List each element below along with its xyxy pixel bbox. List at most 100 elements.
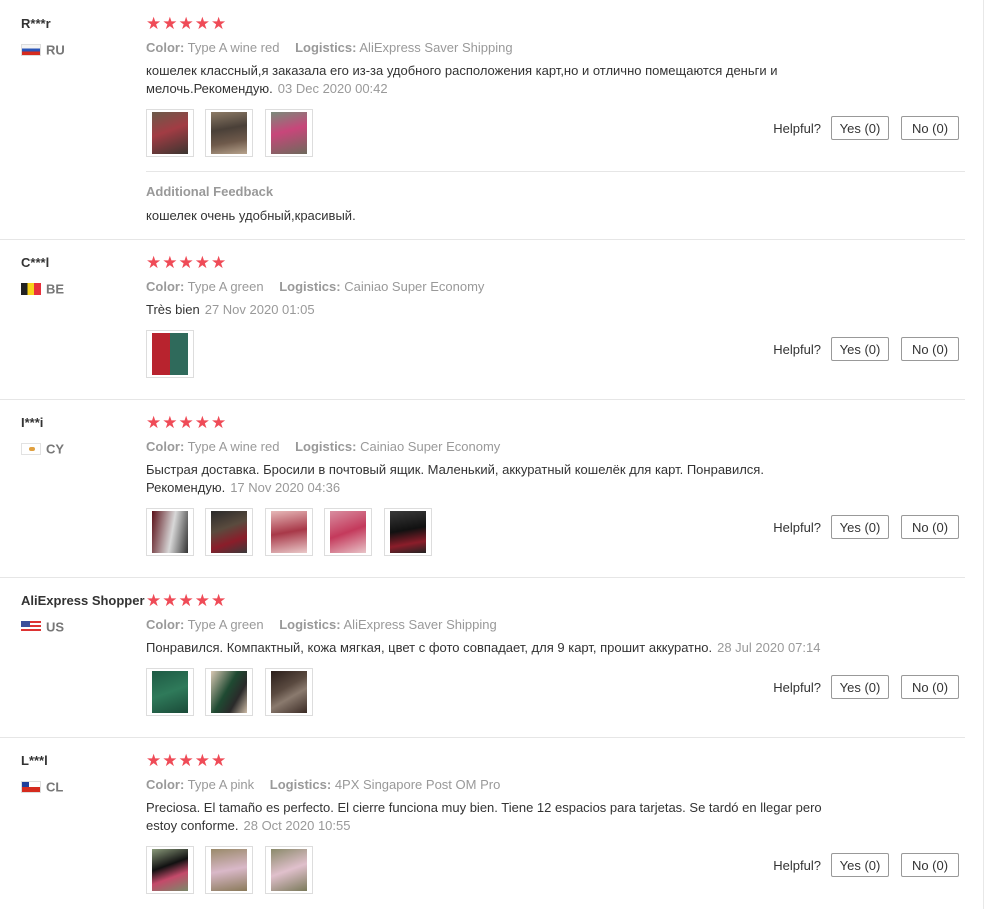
- review-date: 27 Nov 2020 01:05: [204, 302, 315, 317]
- helpful-label: Helpful?: [773, 679, 821, 695]
- helpful-label: Helpful?: [773, 120, 821, 136]
- helpful-label: Helpful?: [773, 341, 821, 357]
- review-photo[interactable]: [264, 668, 313, 716]
- review-photo[interactable]: [264, 846, 313, 894]
- review-text-block: Très bien 27 Nov 2020 01:05: [146, 301, 851, 319]
- reviewer-country: US: [21, 618, 64, 634]
- flag-belgium-icon: [21, 282, 41, 295]
- review-date: 17 Nov 2020 04:36: [230, 480, 341, 495]
- helpful-no-button[interactable]: No (0): [901, 853, 959, 877]
- review-text-block: Preciosa. El tamaño es perfecto. El cier…: [146, 799, 851, 835]
- review-photos: [146, 668, 866, 718]
- country-code: BE: [46, 281, 65, 297]
- reviewer-name: I***i: [21, 415, 44, 430]
- helpful-yes-button[interactable]: Yes (0): [831, 337, 889, 361]
- review-photo[interactable]: [324, 508, 373, 556]
- star-rating: ★★★★★: [146, 591, 228, 610]
- review-text-block: Быстрая доставка. Бросили в почтовый ящи…: [146, 461, 851, 497]
- reviewer-name: L***l: [21, 753, 48, 768]
- color-value: Type A wine red: [187, 40, 280, 55]
- review-photo[interactable]: [205, 508, 254, 556]
- helpful-yes-button[interactable]: Yes (0): [831, 116, 889, 140]
- review-photo[interactable]: [205, 109, 254, 157]
- review-photo[interactable]: [205, 846, 254, 894]
- reviewer-country: CL: [21, 778, 63, 794]
- review-photo[interactable]: [146, 508, 194, 556]
- review-content: ★★★★★ Color: Type A green Logistics: Cai…: [146, 253, 866, 380]
- logistics-value: AliExpress Saver Shipping: [359, 40, 513, 55]
- country-code: CL: [46, 779, 64, 795]
- helpful-yes-button[interactable]: Yes (0): [831, 675, 889, 699]
- review-photos: [146, 330, 866, 380]
- helpful-no-button[interactable]: No (0): [901, 675, 959, 699]
- additional-feedback: Additional Feedback кошелек очень удобны…: [146, 171, 965, 223]
- review-content: ★★★★★ Color: Type A wine red Logistics: …: [146, 413, 866, 558]
- reviewer-country: CY: [21, 440, 64, 456]
- additional-feedback-title: Additional Feedback: [146, 184, 274, 199]
- star-rating: ★★★★★: [146, 413, 228, 432]
- logistics-value: Cainiao Super Economy: [360, 439, 501, 454]
- review-photo[interactable]: [146, 846, 194, 894]
- review-text-block: кошелек классный,я заказала его из-за уд…: [146, 62, 851, 98]
- flag-usa-icon: [21, 620, 41, 633]
- review-photo[interactable]: [205, 668, 254, 716]
- helpful-controls: Helpful? Yes (0) No (0): [773, 853, 959, 877]
- logistics-label: Logistics:: [295, 439, 357, 454]
- reviewer-name: R***r: [21, 16, 51, 31]
- reviewer-name: AliExpress Shopper: [21, 593, 145, 608]
- review-attributes: Color: Type A wine red Logistics: Cainia…: [146, 438, 866, 455]
- helpful-no-button[interactable]: No (0): [901, 337, 959, 361]
- reviewer-country: RU: [21, 41, 65, 57]
- review-text: Très bien: [146, 302, 200, 317]
- review-content: ★★★★★ Color: Type A green Logistics: Ali…: [146, 591, 866, 718]
- review-photos: [146, 508, 866, 558]
- color-label: Color:: [146, 439, 185, 454]
- review-photo[interactable]: [383, 508, 432, 556]
- logistics-label: Logistics:: [279, 617, 341, 632]
- review-text: кошелек классный,я заказала его из-за уд…: [146, 63, 778, 96]
- logistics-label: Logistics:: [269, 777, 332, 792]
- review-photo[interactable]: [146, 330, 194, 378]
- flag-chile-icon: [21, 780, 41, 793]
- review-photo[interactable]: [264, 508, 313, 556]
- helpful-no-button[interactable]: No (0): [901, 515, 959, 539]
- helpful-label: Helpful?: [773, 857, 821, 873]
- color-value: Type A pink: [187, 777, 255, 792]
- review-item: AliExpress Shopper US ★★★★★ Color: Type …: [0, 577, 965, 738]
- review-item: I***i CY ★★★★★ Color: Type A wine red Lo…: [0, 399, 965, 578]
- logistics-value: 4PX Singapore Post OM Pro: [334, 777, 501, 792]
- review-photo[interactable]: [146, 668, 194, 716]
- color-value: Type A wine red: [187, 439, 280, 454]
- review-date: 03 Dec 2020 00:42: [277, 81, 388, 96]
- country-code: US: [46, 619, 65, 635]
- flag-russia-icon: [21, 43, 41, 56]
- color-label: Color:: [146, 617, 185, 632]
- review-attributes: Color: Type A wine red Logistics: AliExp…: [146, 39, 866, 56]
- helpful-no-button[interactable]: No (0): [901, 116, 959, 140]
- star-rating: ★★★★★: [146, 14, 228, 33]
- helpful-yes-button[interactable]: Yes (0): [831, 515, 889, 539]
- helpful-yes-button[interactable]: Yes (0): [831, 853, 889, 877]
- review-attributes: Color: Type A pink Logistics: 4PX Singap…: [146, 776, 866, 793]
- review-photo[interactable]: [146, 109, 194, 157]
- helpful-controls: Helpful? Yes (0) No (0): [773, 675, 959, 699]
- review-content: ★★★★★ Color: Type A wine red Logistics: …: [146, 14, 866, 159]
- review-content: ★★★★★ Color: Type A pink Logistics: 4PX …: [146, 751, 866, 896]
- color-label: Color:: [146, 777, 185, 792]
- flag-cyprus-icon: [21, 442, 41, 455]
- helpful-controls: Helpful? Yes (0) No (0): [773, 337, 959, 361]
- additional-feedback-text: кошелек очень удобный,красивый.: [146, 208, 356, 223]
- review-item: L***l CL ★★★★★ Color: Type A pink Logist…: [0, 737, 965, 909]
- logistics-label: Logistics:: [279, 279, 341, 294]
- color-label: Color:: [146, 40, 185, 55]
- reviewer-country: BE: [21, 280, 64, 296]
- review-attributes: Color: Type A green Logistics: AliExpres…: [146, 616, 866, 633]
- country-code: CY: [46, 441, 65, 457]
- review-item: C***l BE ★★★★★ Color: Type A green Logis…: [0, 239, 965, 400]
- review-date: 28 Jul 2020 07:14: [717, 640, 821, 655]
- logistics-value: AliExpress Saver Shipping: [343, 617, 497, 632]
- review-text-block: Понравился. Компактный, кожа мягкая, цве…: [146, 639, 851, 657]
- review-text: Понравился. Компактный, кожа мягкая, цве…: [146, 640, 713, 655]
- review-photo[interactable]: [264, 109, 313, 157]
- star-rating: ★★★★★: [146, 253, 228, 272]
